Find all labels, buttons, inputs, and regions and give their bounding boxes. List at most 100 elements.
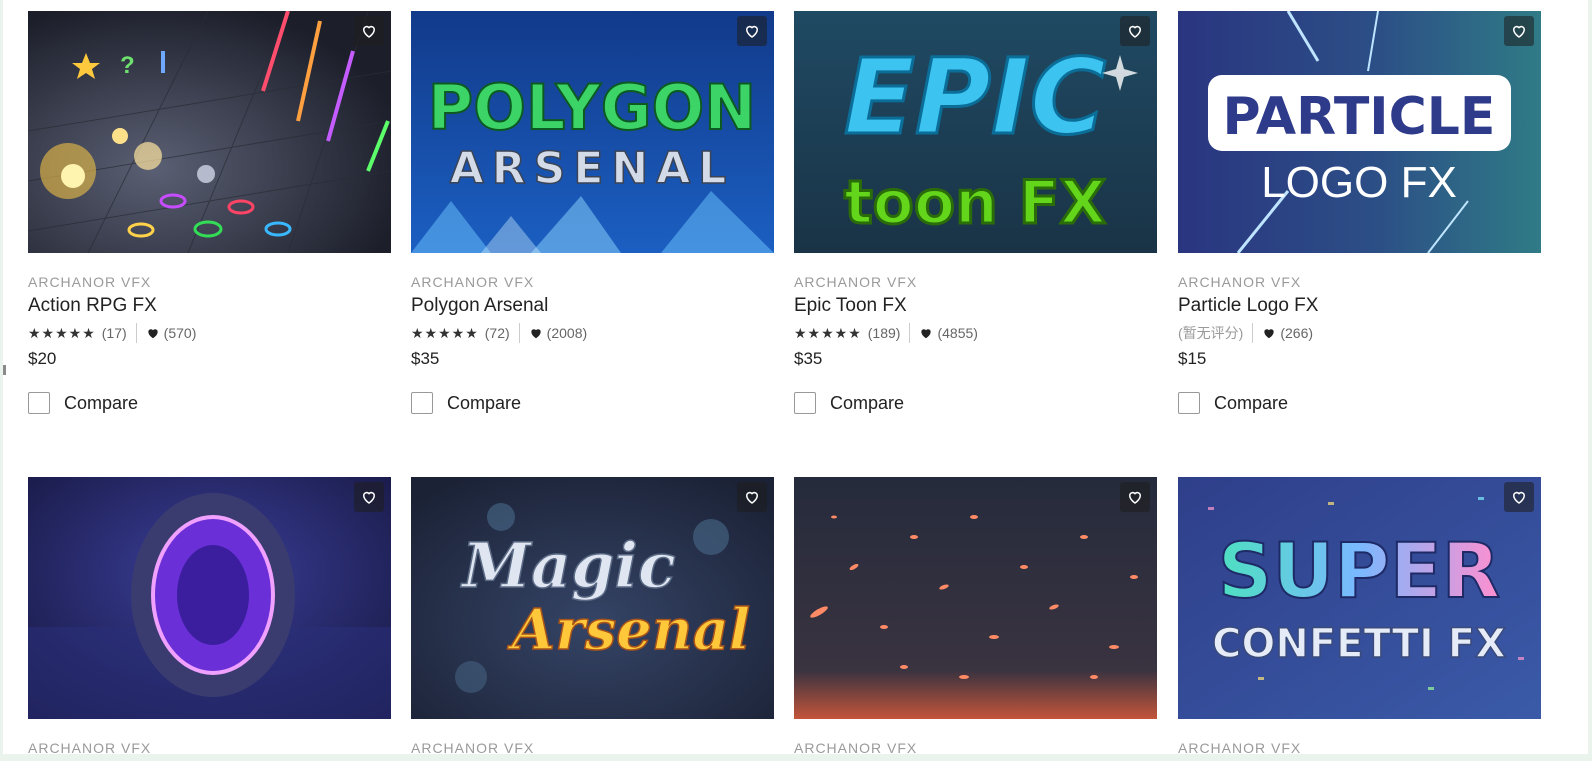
art-line-2: CONFETTI FX	[1212, 621, 1506, 667]
art-line-2: ARSENAL	[450, 143, 735, 194]
publisher-name[interactable]: ARCHANOR VFX	[411, 274, 774, 292]
product-thumbnail[interactable]: POLYGON ARSENAL	[411, 11, 774, 253]
art-line-1: SUPER	[1218, 526, 1501, 615]
favorites-count: (266)	[1280, 325, 1314, 341]
wishlist-button[interactable]	[1120, 482, 1150, 512]
star-rating: ★★★★★	[794, 324, 862, 341]
wishlist-button[interactable]	[737, 16, 767, 46]
rating-row: ★★★★★ (72) (2008)	[411, 322, 774, 344]
favorites-count: (570)	[163, 325, 197, 341]
art-line-1: Magic	[460, 529, 675, 602]
heart-filled-icon	[1264, 329, 1274, 339]
compare-checkbox[interactable]	[411, 392, 433, 414]
product-card[interactable]: Magic Arsenal ARCHANOR VFX	[411, 477, 774, 754]
scroll-edge-marker	[3, 365, 6, 375]
wishlist-button[interactable]	[354, 16, 384, 46]
heart-outline-icon	[362, 25, 376, 38]
particle-logo-art: PARTICLE LOGO FX	[1178, 11, 1541, 253]
product-card[interactable]: ARCHANOR VFX	[28, 477, 391, 754]
product-grid: ? ARCHANOR VFX Action RPG FX ★★★★★ (17)	[3, 0, 1588, 754]
compare-toggle[interactable]: Compare	[1178, 391, 1541, 415]
wishlist-button[interactable]	[737, 482, 767, 512]
svg-text:?: ?	[120, 52, 135, 79]
compare-toggle[interactable]: Compare	[28, 391, 391, 415]
product-title[interactable]: Polygon Arsenal	[411, 295, 774, 319]
polygon-arsenal-art: POLYGON ARSENAL	[411, 11, 774, 253]
publisher-name[interactable]: ARCHANOR VFX	[794, 740, 1157, 754]
heart-outline-icon	[745, 491, 759, 504]
product-thumbnail[interactable]	[794, 477, 1157, 719]
divider	[518, 323, 520, 343]
compare-checkbox[interactable]	[1178, 392, 1200, 414]
rating-count: (189)	[867, 325, 901, 341]
compare-toggle[interactable]: Compare	[411, 391, 774, 415]
epic-toon-art: EPIC toon FX	[794, 11, 1157, 253]
compare-label[interactable]: Compare	[447, 393, 521, 414]
heart-outline-icon	[1512, 491, 1526, 504]
heart-outline-icon	[1128, 25, 1142, 38]
product-thumbnail[interactable]: Magic Arsenal	[411, 477, 774, 719]
no-rating-text: (暂无评分)	[1178, 325, 1244, 341]
heart-filled-icon	[148, 329, 158, 339]
product-price: $15	[1178, 349, 1207, 368]
art-line-1: PARTICLE	[1223, 87, 1496, 147]
art-line-2: toon FX	[844, 168, 1106, 238]
star-rating: ★★★★★	[28, 324, 96, 341]
compare-checkbox[interactable]	[794, 392, 816, 414]
heart-filled-icon	[921, 329, 932, 339]
heart-outline-icon	[1512, 25, 1526, 38]
divider	[1252, 323, 1254, 343]
wishlist-button[interactable]	[1120, 16, 1150, 46]
compare-label[interactable]: Compare	[64, 393, 138, 414]
product-card[interactable]: EPIC toon FX ARCHANOR VFX Epic Toon FX ★…	[794, 11, 1157, 415]
product-card[interactable]: PARTICLE LOGO FX ARCHANOR VFX Particle L…	[1178, 11, 1541, 415]
heart-filled-icon	[531, 329, 541, 339]
rating-row: ★★★★★ (17) (570)	[28, 322, 391, 344]
compare-toggle[interactable]: Compare	[794, 391, 1157, 415]
divider	[909, 323, 911, 343]
wishlist-button[interactable]	[1504, 16, 1534, 46]
product-thumbnail[interactable]: SUPER CONFETTI FX	[1178, 477, 1541, 719]
rating-row: ★★★★★ (189) (4855)	[794, 322, 1157, 344]
compare-label[interactable]: Compare	[830, 393, 904, 414]
rating-count: (17)	[101, 325, 127, 341]
publisher-name[interactable]: ARCHANOR VFX	[1178, 274, 1541, 292]
product-thumbnail[interactable]: EPIC toon FX	[794, 11, 1157, 253]
rating-row: (暂无评分) (266)	[1178, 322, 1541, 344]
product-thumbnail[interactable]: PARTICLE LOGO FX	[1178, 11, 1541, 253]
super-confetti-art: SUPER CONFETTI FX	[1178, 477, 1541, 719]
heart-outline-icon	[745, 25, 759, 38]
publisher-name[interactable]: ARCHANOR VFX	[794, 274, 1157, 292]
product-title[interactable]: Particle Logo FX	[1178, 295, 1541, 319]
product-title[interactable]: Action RPG FX	[28, 295, 391, 319]
product-card[interactable]: SUPER CONFETTI FX ARCHANOR VFX	[1178, 477, 1541, 754]
portal-art	[28, 477, 391, 719]
wishlist-button[interactable]	[1504, 482, 1534, 512]
product-card[interactable]: ? ARCHANOR VFX Action RPG FX ★★★★★ (17)	[28, 11, 391, 415]
heart-outline-icon	[362, 491, 376, 504]
product-thumbnail[interactable]: ?	[28, 11, 391, 253]
favorites-count: (4855)	[937, 325, 978, 341]
publisher-name[interactable]: ARCHANOR VFX	[1178, 740, 1541, 754]
publisher-name[interactable]: ARCHANOR VFX	[28, 274, 391, 292]
heart-outline-icon	[1128, 491, 1142, 504]
publisher-name[interactable]: ARCHANOR VFX	[28, 740, 391, 754]
product-card[interactable]: POLYGON ARSENAL ARCHANOR VFX Polygon Ars…	[411, 11, 774, 415]
publisher-name[interactable]: ARCHANOR VFX	[411, 740, 774, 754]
favorites-count: (2008)	[546, 325, 588, 341]
action-rpg-art: ?	[28, 11, 391, 253]
art-line-2: Arsenal	[507, 597, 750, 663]
product-title[interactable]: Epic Toon FX	[794, 295, 1157, 319]
product-price: $35	[794, 349, 823, 368]
product-card[interactable]: ARCHANOR VFX	[794, 477, 1157, 754]
wishlist-button[interactable]	[354, 482, 384, 512]
compare-checkbox[interactable]	[28, 392, 50, 414]
divider	[135, 323, 137, 343]
product-price: $35	[411, 349, 440, 368]
star-rating: ★★★★★	[411, 324, 479, 341]
product-price: $20	[28, 349, 57, 368]
magic-arsenal-art: Magic Arsenal	[411, 477, 774, 719]
compare-label[interactable]: Compare	[1214, 393, 1288, 414]
rating-count: (72)	[484, 325, 510, 341]
product-thumbnail[interactable]	[28, 477, 391, 719]
